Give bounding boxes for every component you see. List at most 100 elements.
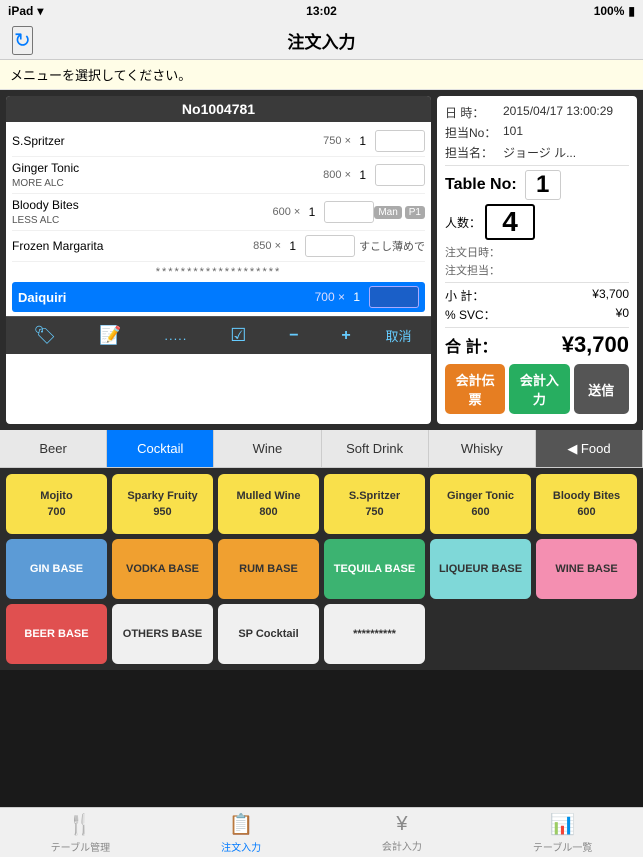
bottom-tab-payment[interactable]: ¥ 会計入力 [322, 808, 483, 857]
table-no-label: Table No: [445, 176, 517, 194]
bloody-bites-price: 600 [577, 505, 595, 519]
sp-cocktail-name: SP Cocktail [238, 627, 298, 641]
sspritzer-name: S.Spritzer [349, 489, 400, 503]
edit-button[interactable]: 📝 [91, 323, 129, 348]
check-button[interactable]: ☑ [222, 323, 254, 348]
soshin-button[interactable]: 送信 [574, 364, 629, 414]
payment-buttons: 会計伝票 会計入力 送信 [445, 364, 629, 414]
item-4-input[interactable] [305, 235, 355, 257]
menu-ginger-tonic[interactable]: Ginger Tonic 600 [430, 474, 531, 534]
order-item-4[interactable]: Frozen Margarita 850 × 1 すこし薄めで [12, 231, 425, 262]
menu-grid: Mojito 700 Sparky Fruity 950 Mulled Wine… [0, 468, 643, 670]
menu-liqueur-base[interactable]: LIQUEUR BASE [430, 539, 531, 599]
menu-dots[interactable]: ********** [324, 604, 425, 664]
date-label: 日 時： [445, 104, 503, 121]
main-content: No1004781 S.Spritzer 750 × 1 Ginger Toni… [0, 90, 643, 430]
menu-others-base[interactable]: OTHERS BASE [112, 604, 213, 664]
staff-no-row: 担当No： 101 [445, 124, 629, 141]
bottom-tab-order[interactable]: 📋 注文入力 [161, 808, 322, 857]
tab-food-label: ◀ Food [567, 441, 610, 457]
item-4-qty: 1 [281, 239, 301, 253]
menu-gin-base[interactable]: GIN BASE [6, 539, 107, 599]
kaigai-button[interactable]: 会計伝票 [445, 364, 505, 414]
instruction-text: メニューを選択してください。 [10, 68, 191, 83]
item-4-name: Frozen Margarita [12, 239, 253, 253]
tab-soft-drink-label: Soft Drink [346, 441, 403, 456]
menu-beer-base[interactable]: BEER BASE [6, 604, 107, 664]
active-item-input[interactable] [369, 286, 419, 308]
mulled-wine-name: Mulled Wine [236, 489, 300, 503]
bottom-tab-table-list[interactable]: 📊 テーブル一覧 [482, 808, 643, 857]
wine-base-name: WINE BASE [555, 562, 617, 576]
item-1-input[interactable] [375, 130, 425, 152]
kaikei-button[interactable]: 会計入力 [509, 364, 569, 414]
svc-label: % SVC： [445, 306, 496, 323]
tab-beer[interactable]: Beer [0, 430, 107, 467]
menu-vodka-base[interactable]: VODKA BASE [112, 539, 213, 599]
menu-rum-base[interactable]: RUM BASE [218, 539, 319, 599]
order-separator: ******************** [12, 262, 425, 282]
menu-mojito[interactable]: Mojito 700 [6, 474, 107, 534]
staff-name-row: 担当名： ジョージ ル... [445, 144, 629, 161]
mojito-price: 700 [47, 505, 65, 519]
item-3-qty: 1 [300, 205, 320, 219]
menu-tequila-base[interactable]: TEQUILA BASE [324, 539, 425, 599]
order-number: No1004781 [6, 96, 431, 122]
table-no-row: Table No: 1 [445, 170, 629, 200]
tab-food[interactable]: ◀ Food [536, 430, 643, 467]
order-items-list: S.Spritzer 750 × 1 Ginger Tonic MORE ALC… [6, 122, 431, 316]
menu-sspritzer[interactable]: S.Spritzer 750 [324, 474, 425, 534]
others-base-name: OTHERS BASE [123, 627, 202, 641]
subtotal-label: 小 計： [445, 287, 484, 304]
refresh-button[interactable]: ↻ [12, 26, 33, 55]
plus-button[interactable]: + [333, 325, 358, 347]
menu-sparky-fruity[interactable]: Sparky Fruity 950 [112, 474, 213, 534]
menu-bloody-bites[interactable]: Bloody Bites 600 [536, 474, 637, 534]
item-2-name: Ginger Tonic MORE ALC [12, 161, 323, 189]
tab-wine[interactable]: Wine [214, 430, 321, 467]
item-2-input[interactable] [375, 164, 425, 186]
order-item-2[interactable]: Ginger Tonic MORE ALC 800 × 1 [12, 157, 425, 194]
liqueur-base-name: LIQUEUR BASE [439, 562, 522, 576]
order-item-3[interactable]: Bloody Bites LESS ALC 600 × 1 Man P1 [12, 194, 425, 231]
dots-button[interactable]: ..... [156, 326, 195, 345]
table-list-icon: 📊 [550, 812, 575, 837]
menu-mulled-wine[interactable]: Mulled Wine 800 [218, 474, 319, 534]
order-panel: No1004781 S.Spritzer 750 × 1 Ginger Toni… [6, 96, 431, 424]
tab-cocktail[interactable]: Cocktail [107, 430, 214, 467]
order-action-bar: 🏷 📝 ..... ☑ − + 取消 [6, 316, 431, 354]
minus-button[interactable]: − [281, 325, 306, 347]
bottom-tab-table[interactable]: 🍴 テーブル管理 [0, 808, 161, 857]
tab-whisky[interactable]: Whisky [429, 430, 536, 467]
nav-bar: ↻ 注文入力 [0, 22, 643, 60]
cancel-button[interactable]: 取消 [386, 326, 412, 345]
instruction-bar: メニューを選択してください。 [0, 60, 643, 90]
page-title: 注文入力 [288, 28, 356, 53]
menu-sp-cocktail[interactable]: SP Cocktail [218, 604, 319, 664]
staff-name-value: ジョージ ル... [503, 144, 629, 161]
item-3-name: Bloody Bites LESS ALC [12, 198, 272, 226]
menu-wine-base[interactable]: WINE BASE [536, 539, 637, 599]
badge-man: Man [374, 206, 401, 219]
active-order-item[interactable]: Daiquiri 700 × 1 [12, 282, 425, 312]
tab-soft-drink[interactable]: Soft Drink [322, 430, 429, 467]
item-3-input[interactable] [324, 201, 374, 223]
tab-beer-label: Beer [39, 441, 66, 456]
rum-base-name: RUM BASE [239, 562, 298, 576]
item-1-multiplier: 750 × [323, 135, 351, 147]
order-staff-row: 注文担当： [445, 262, 629, 278]
table-list-label: テーブル一覧 [533, 839, 592, 854]
total-row: 合 計： ¥3,700 [445, 332, 629, 358]
vodka-base-name: VODKA BASE [126, 562, 199, 576]
order-time-label: 注文日時： [445, 244, 500, 260]
item-1-qty: 1 [351, 134, 371, 148]
item-2-multiplier: 800 × [323, 169, 351, 181]
item-2-qty: 1 [351, 168, 371, 182]
order-item-1[interactable]: S.Spritzer 750 × 1 [12, 126, 425, 157]
date-value: 2015/04/17 13:00:29 [503, 104, 629, 121]
item-1-name: S.Spritzer [12, 134, 323, 148]
tab-wine-label: Wine [253, 441, 283, 456]
active-item-qty: 1 [345, 290, 365, 304]
tag-button[interactable]: 🏷 [25, 323, 64, 348]
tab-whisky-label: Whisky [461, 441, 503, 456]
